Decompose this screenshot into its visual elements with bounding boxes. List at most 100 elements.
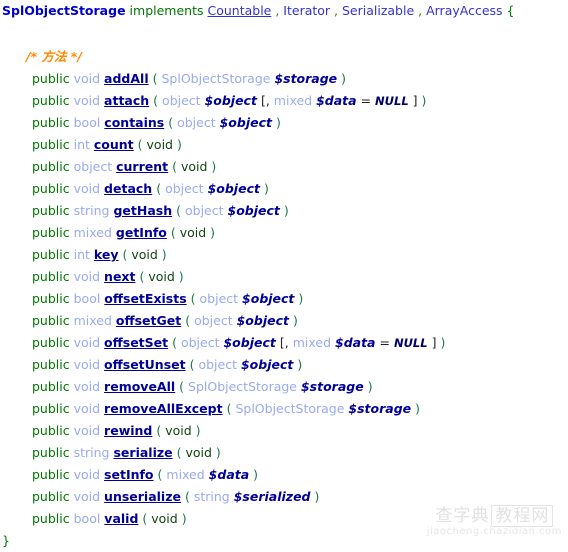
param-type: mixed xyxy=(166,467,205,482)
param-name: $object xyxy=(227,203,280,218)
param-name: $object xyxy=(236,313,289,328)
method-name-addall[interactable]: addAll xyxy=(104,71,149,86)
param-name: $data xyxy=(208,467,250,482)
method-signature: public void offsetUnset ( object $object… xyxy=(0,354,568,376)
default-value: NULL xyxy=(375,94,409,108)
method-name-rewind[interactable]: rewind xyxy=(104,423,152,438)
void-parameter: void xyxy=(165,423,192,438)
open-paren: ( xyxy=(185,313,191,328)
method-signature: public void addAll ( SplObjectStorage $s… xyxy=(0,68,568,90)
open-paren: ( xyxy=(226,401,232,416)
method-signature: public bool offsetExists ( object $objec… xyxy=(0,288,568,310)
open-paren: ( xyxy=(153,93,159,108)
open-brace: { xyxy=(506,3,515,18)
method-name-offsetexists[interactable]: offsetExists xyxy=(104,291,186,306)
class-declaration-line: SplObjectStorage implements Countable , … xyxy=(0,0,568,22)
method-name-attach[interactable]: attach xyxy=(104,93,149,108)
void-parameter: void xyxy=(151,511,178,526)
interface-iterator: Iterator xyxy=(283,3,331,18)
method-name-current[interactable]: current xyxy=(116,159,168,174)
method-signature: public void detach ( object $object ) xyxy=(0,178,568,200)
method-name-removeall[interactable]: removeAll xyxy=(104,379,175,394)
method-modifier: public xyxy=(32,357,70,372)
method-name-serialize[interactable]: serialize xyxy=(113,445,172,460)
method-return-type: string xyxy=(73,203,110,218)
param-type: SplObjectStorage xyxy=(235,401,345,416)
void-parameter: void xyxy=(131,247,158,262)
method-return-type: string xyxy=(73,445,110,460)
method-modifier: public xyxy=(32,159,70,174)
param-name: $object xyxy=(242,291,295,306)
interface-countable[interactable]: Countable xyxy=(207,3,271,18)
method-modifier: public xyxy=(32,71,70,86)
method-name-offsetunset[interactable]: offsetUnset xyxy=(104,357,186,372)
param-name: $storage xyxy=(300,379,364,394)
param-type: string xyxy=(193,489,230,504)
close-paren: ) xyxy=(176,137,182,152)
method-name-next[interactable]: next xyxy=(104,269,135,284)
interface-separator: , xyxy=(330,3,342,18)
method-signature: public bool valid ( void ) xyxy=(0,508,568,530)
method-signature: public int key ( void ) xyxy=(0,244,568,266)
method-name-count[interactable]: count xyxy=(94,137,134,152)
void-parameter: void xyxy=(180,159,208,174)
method-name-setinfo[interactable]: setInfo xyxy=(104,467,153,482)
method-return-type: bool xyxy=(73,511,101,526)
method-return-type: void xyxy=(73,93,101,108)
method-signature: public void rewind ( void ) xyxy=(0,420,568,442)
method-return-type: void xyxy=(73,379,101,394)
optional-comma: , xyxy=(284,335,289,350)
open-paren: ( xyxy=(157,467,163,482)
close-paren: ) xyxy=(421,93,427,108)
method-modifier: public xyxy=(32,467,70,482)
method-modifier: public xyxy=(32,313,70,328)
method-return-type: void xyxy=(73,467,101,482)
close-paren: ) xyxy=(415,401,421,416)
method-modifier: public xyxy=(32,401,70,416)
method-name-offsetget[interactable]: offsetGet xyxy=(116,313,181,328)
method-modifier: public xyxy=(32,93,70,108)
close-paren: ) xyxy=(283,203,289,218)
default-equals: = xyxy=(360,93,372,108)
close-paren: ) xyxy=(181,511,187,526)
method-signature: public void setInfo ( mixed $data ) xyxy=(0,464,568,486)
method-name-contains[interactable]: contains xyxy=(104,115,164,130)
optional-param-type: mixed xyxy=(273,93,313,108)
optional-param-name: $data xyxy=(316,93,357,108)
class-synopsis: SplObjectStorage implements Countable , … xyxy=(0,0,568,552)
method-return-type: bool xyxy=(73,291,101,306)
method-name-gethash[interactable]: getHash xyxy=(113,203,172,218)
close-paren: ) xyxy=(161,247,167,262)
default-equals: = xyxy=(379,335,390,350)
method-signature: public void removeAllExcept ( SplObjectS… xyxy=(0,398,568,420)
method-return-type: void xyxy=(73,401,101,416)
method-signature: public void next ( void ) xyxy=(0,266,568,288)
close-paren: ) xyxy=(211,159,217,174)
method-name-valid[interactable]: valid xyxy=(104,511,138,526)
open-paren: ( xyxy=(137,137,143,152)
method-name-unserialize[interactable]: unserialize xyxy=(104,489,181,504)
param-name: $object xyxy=(204,93,257,108)
method-name-detach[interactable]: detach xyxy=(104,181,152,196)
open-paren: ( xyxy=(179,379,185,394)
param-name: $serialized xyxy=(233,489,311,504)
method-name-key[interactable]: key xyxy=(94,247,119,262)
close-paren: ) xyxy=(195,423,201,438)
param-type: object xyxy=(177,115,216,130)
optional-param-type: mixed xyxy=(292,335,332,350)
close-paren: ) xyxy=(275,115,281,130)
close-paren: ) xyxy=(178,269,184,284)
method-name-getinfo[interactable]: getInfo xyxy=(116,225,167,240)
method-name-offsetset[interactable]: offsetSet xyxy=(104,335,168,350)
method-name-removeallexcept[interactable]: removeAllExcept xyxy=(104,401,223,416)
method-list: public void addAll ( SplObjectStorage $s… xyxy=(0,68,568,530)
param-name: $storage xyxy=(274,71,338,86)
method-modifier: public xyxy=(32,115,70,130)
implements-keyword: implements xyxy=(129,3,204,18)
close-paren: ) xyxy=(292,313,298,328)
method-modifier: public xyxy=(32,269,70,284)
method-signature: public int count ( void ) xyxy=(0,134,568,156)
method-return-type: void xyxy=(73,357,101,372)
param-name: $storage xyxy=(348,401,412,416)
param-name: $object xyxy=(219,115,272,130)
